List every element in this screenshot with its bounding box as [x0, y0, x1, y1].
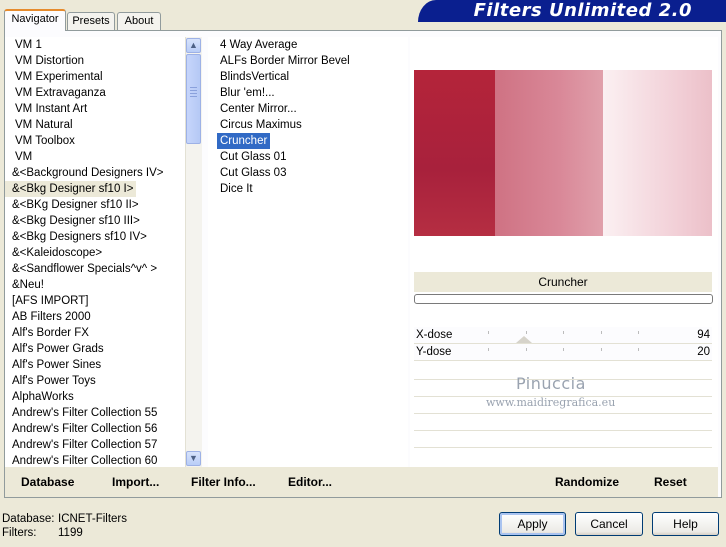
category-item[interactable]: VM Instant Art [5, 101, 87, 117]
slider-value: 94 [697, 329, 710, 341]
filter-item[interactable]: Center Mirror... [212, 101, 297, 117]
category-item[interactable]: VM Experimental [5, 69, 103, 85]
reset-button[interactable]: Reset [654, 475, 687, 489]
slider-track[interactable] [488, 344, 688, 361]
preview-light-band [603, 70, 712, 236]
category-item[interactable]: Andrew's Filter Collection 56 [5, 421, 157, 437]
filter-item[interactable]: ALFs Border Mirror Bevel [212, 53, 350, 69]
category-scrollbar[interactable]: ▲ ▼ [185, 37, 202, 467]
category-item[interactable]: &<Kaleidoscope> [5, 245, 102, 261]
filter-item[interactable]: BlindsVertical [212, 69, 289, 85]
filters-label: Filters: [2, 527, 37, 539]
filter-item[interactable]: Cut Glass 03 [212, 165, 286, 181]
category-item[interactable]: &<Bkg Designer sf10 I> [5, 181, 137, 197]
category-list[interactable]: VM 1 VM Distortion VM Experimental VM Extra… [5, 37, 185, 467]
slider-thumb[interactable] [516, 336, 532, 343]
category-item[interactable]: VM Distortion [5, 53, 84, 69]
category-item[interactable]: AB Filters 2000 [5, 309, 91, 325]
tab-presets[interactable]: Presets [67, 12, 115, 30]
import-button[interactable]: Import... [112, 475, 159, 489]
category-item[interactable]: &<Background Designers IV> [5, 165, 164, 181]
slider-row[interactable]: Y-dose 20 [414, 344, 712, 361]
preview-mid-band [495, 70, 603, 236]
category-item[interactable]: &<Bkg Designers sf10 IV> [5, 229, 147, 245]
chevron-down-icon[interactable]: ▼ [186, 451, 201, 466]
help-button[interactable]: Help [652, 512, 719, 536]
category-item[interactable]: &<Bkg Designer sf10 III> [5, 213, 140, 229]
randomize-button[interactable]: Randomize [555, 475, 619, 489]
watermark-url: www.maidiregrafica.eu [486, 396, 616, 409]
category-item[interactable]: Alf's Power Sines [5, 357, 101, 373]
filter-item[interactable]: 4 Way Average [212, 37, 297, 53]
category-item[interactable]: AlphaWorks [5, 389, 74, 405]
filter-item[interactable]: Cut Glass 01 [212, 149, 286, 165]
slider-label: Y-dose [416, 346, 452, 358]
category-item[interactable]: Alf's Power Toys [5, 373, 96, 389]
chevron-up-icon[interactable]: ▲ [186, 38, 201, 53]
slider-value: 20 [697, 346, 710, 358]
watermark-name: Pinuccia [516, 374, 586, 393]
cancel-button[interactable]: Cancel [575, 512, 643, 536]
category-item[interactable]: Andrew's Filter Collection 60 [5, 453, 157, 467]
filter-item[interactable]: Circus Maximus [212, 117, 302, 133]
filter-preview [414, 70, 712, 236]
category-item[interactable]: [AFS IMPORT] [5, 293, 88, 309]
database-button[interactable]: Database [21, 475, 74, 489]
window-title: Filters Unlimited 2.0 [418, 0, 726, 22]
category-item[interactable]: VM 1 [5, 37, 42, 53]
category-item[interactable]: Andrew's Filter Collection 57 [5, 437, 157, 453]
database-value: ICNET-Filters [58, 513, 127, 525]
tab-navigator[interactable]: Navigator [4, 9, 66, 31]
preview-dark-band [414, 70, 495, 236]
category-item[interactable]: VM [5, 149, 32, 165]
editor-button[interactable]: Editor... [288, 475, 332, 489]
progress-bar [414, 294, 713, 304]
slider-row[interactable]: X-dose 94 [414, 327, 712, 344]
category-item[interactable]: Alf's Border FX [5, 325, 89, 341]
category-item[interactable]: Alf's Power Grads [5, 341, 104, 357]
filter-name-label: Cruncher [414, 272, 712, 292]
apply-button[interactable]: Apply [499, 512, 566, 536]
filters-count: 1199 [58, 527, 83, 539]
category-item[interactable]: VM Extravaganza [5, 85, 106, 101]
filter-item[interactable]: Cruncher [217, 133, 271, 149]
filter-info-button[interactable]: Filter Info... [191, 475, 256, 489]
category-item[interactable]: VM Toolbox [5, 133, 75, 149]
slider-track[interactable] [488, 327, 688, 344]
database-label: Database: [2, 513, 55, 525]
filter-item[interactable]: Dice It [212, 181, 253, 197]
category-item[interactable]: &<Sandflower Specials^v^ > [5, 261, 157, 277]
filter-item[interactable]: Blur 'em!... [212, 85, 275, 101]
tab-about[interactable]: About [117, 12, 161, 30]
category-item[interactable]: &<BKg Designer sf10 II> [5, 197, 139, 213]
filter-list[interactable]: 4 Way Average ALFs Border Mirror Bevel Bli… [208, 37, 408, 467]
footer-info: Database: ICNET-Filters Filters: 1199 [2, 512, 127, 540]
slider-label: X-dose [416, 329, 453, 341]
category-item[interactable]: &Neu! [5, 277, 44, 293]
category-item[interactable]: Andrew's Filter Collection 55 [5, 405, 157, 421]
category-item[interactable]: VM Natural [5, 117, 73, 133]
scroll-thumb[interactable] [186, 54, 201, 144]
